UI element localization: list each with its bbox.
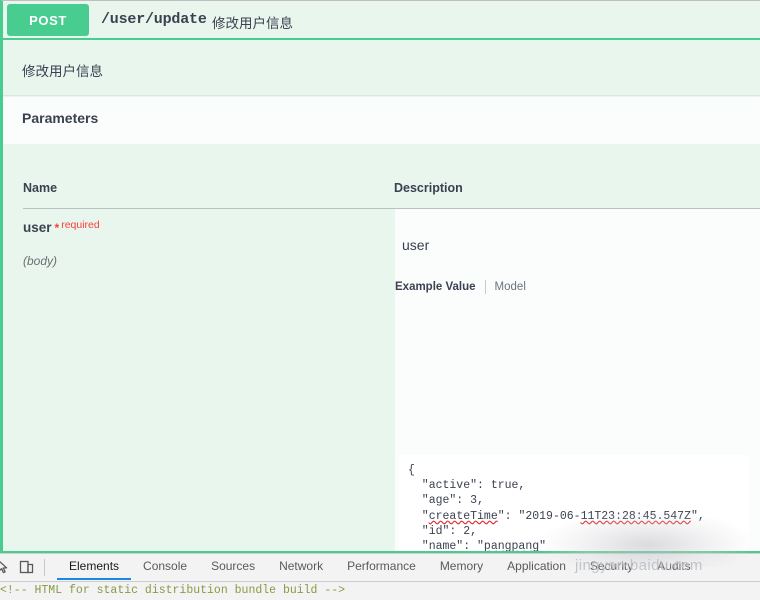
parameter-location: (body) [23, 254, 57, 268]
devtools-tab-network[interactable]: Network [267, 554, 335, 576]
devtools-tab-security[interactable]: Security [578, 554, 645, 576]
devtools-tab-performance[interactable]: Performance [335, 554, 428, 576]
column-header-description: Description [394, 181, 463, 195]
tab-model[interactable]: Model [486, 281, 526, 293]
parameters-heading: Parameters [22, 110, 98, 126]
http-method-badge: POST [7, 4, 89, 36]
example-value-box[interactable]: { "active": true, "age": 3, "createTime"… [399, 455, 749, 553]
device-toolbar-icon[interactable] [17, 558, 36, 577]
devtools-tab-application[interactable]: Application [495, 554, 578, 576]
parameter-name-text: user [23, 220, 52, 235]
table-header-divider [23, 208, 760, 209]
parameter-name: user*required [23, 220, 100, 235]
inspect-element-icon[interactable] [0, 558, 14, 577]
operation-description-strip: 修改用户信息 [3, 40, 760, 96]
devtools-elements-code-line[interactable]: <!-- HTML for static distribution bundle… [0, 584, 345, 597]
required-label: required [61, 219, 100, 231]
operation-path: /user/update [101, 11, 207, 28]
parameter-description-title: user [402, 237, 429, 253]
column-header-name: Name [23, 181, 57, 195]
tab-example-value[interactable]: Example Value [395, 281, 485, 293]
example-value-code: { "active": true, "age": 3, "createTime"… [408, 463, 705, 553]
toolbar-separator [44, 559, 45, 576]
example-model-tabs: Example Value Model [395, 278, 526, 296]
devtools-tab-console[interactable]: Console [131, 554, 199, 576]
devtools-panel: Elements Console Sources Network Perform… [0, 553, 760, 600]
parameters-table: Name Description user*required (body) us… [3, 144, 760, 551]
swagger-operation-block: POST /user/update 修改用户信息 修改用户信息 Paramete… [0, 0, 760, 553]
operation-summary-bar[interactable]: POST /user/update 修改用户信息 [3, 1, 760, 40]
devtools-tab-list: Elements Console Sources Network Perform… [57, 554, 703, 581]
devtools-tab-elements[interactable]: Elements [57, 554, 131, 580]
devtools-toolbar: Elements Console Sources Network Perform… [0, 554, 760, 582]
operation-description-text: 修改用户信息 [22, 60, 103, 80]
parameters-heading-band: Parameters [3, 97, 760, 144]
devtools-tab-memory[interactable]: Memory [428, 554, 495, 576]
devtools-tab-audits[interactable]: Audits [645, 554, 702, 576]
operation-summary-text: 修改用户信息 [212, 12, 293, 32]
required-asterisk: * [55, 221, 60, 235]
devtools-tab-sources[interactable]: Sources [199, 554, 267, 576]
